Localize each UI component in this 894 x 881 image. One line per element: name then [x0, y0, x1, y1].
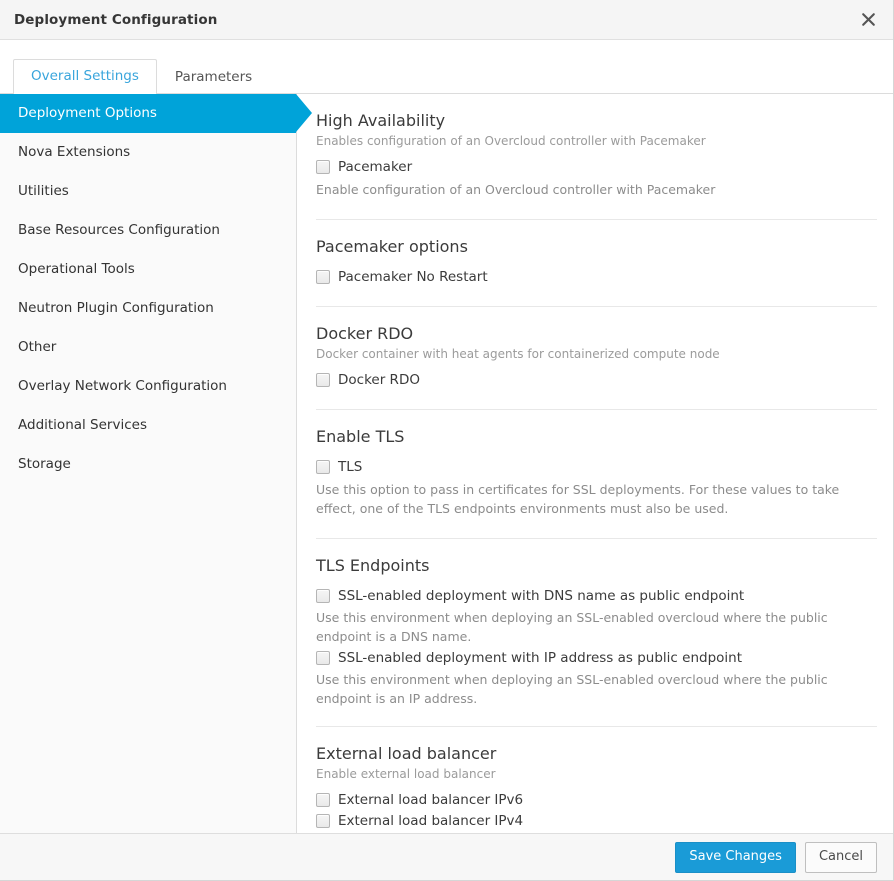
checkbox-label: Pacemaker — [338, 159, 413, 175]
checkbox-row-docker-rdo[interactable]: Docker RDO — [316, 371, 877, 389]
checkbox-label: TLS — [338, 459, 363, 475]
section-docker-rdo: Docker RDO Docker container with heat ag… — [316, 306, 877, 409]
checkbox-row-tls[interactable]: TLS — [316, 458, 877, 476]
checkbox-tls[interactable] — [316, 460, 330, 474]
sidebar-item-label: Neutron Plugin Configuration — [18, 300, 214, 316]
sidebar-item-label: Operational Tools — [18, 261, 135, 277]
tab-parameters-label: Parameters — [174, 69, 253, 85]
sidebar-item-operational-tools[interactable]: Operational Tools — [0, 250, 296, 289]
sidebar-item-label: Storage — [18, 456, 71, 472]
checkbox-label: SSL-enabled deployment with DNS name as … — [338, 588, 745, 604]
checkbox-label: External load balancer IPv4 — [338, 813, 524, 829]
close-icon[interactable] — [857, 9, 879, 31]
checkbox-pacemaker-no-restart[interactable] — [316, 270, 330, 284]
checkbox-elb-ipv6[interactable] — [316, 793, 330, 807]
sidebar-item-storage[interactable]: Storage — [0, 445, 296, 484]
tab-strip: Overall Settings Parameters — [0, 40, 893, 95]
checkbox-ssl-ip-endpoint[interactable] — [316, 651, 330, 665]
help-text: Use this environment when deploying an S… — [316, 672, 828, 706]
checkbox-docker-rdo[interactable] — [316, 373, 330, 387]
sidebar-item-deployment-options[interactable]: Deployment Options — [0, 94, 312, 133]
sidebar-item-label: Additional Services — [18, 417, 147, 433]
save-changes-button[interactable]: Save Changes — [675, 841, 796, 873]
section-tls-endpoints: TLS Endpoints SSL-enabled deployment wit… — [316, 538, 877, 726]
sidebar-item-label: Deployment Options — [18, 105, 157, 121]
checkbox-elb-ipv4[interactable] — [316, 814, 330, 828]
section-pacemaker-options: Pacemaker options Pacemaker No Restart — [316, 219, 877, 306]
tab-parameters[interactable]: Parameters — [157, 60, 270, 95]
section-subtitle: Enable external load balancer — [316, 767, 496, 781]
section-subtitle: Enables configuration of an Overcloud co… — [316, 134, 706, 148]
checkbox-label: SSL-enabled deployment with IP address a… — [338, 650, 742, 666]
section-title: Pacemaker options — [316, 237, 468, 256]
checkbox-row-elb-ipv4[interactable]: External load balancer IPv4 — [316, 812, 877, 830]
checkbox-row-ssl-ip-endpoint[interactable]: SSL-enabled deployment with IP address a… — [316, 649, 877, 667]
tab-overall-settings[interactable]: Overall Settings — [13, 59, 157, 95]
page-title: Deployment Configuration — [14, 11, 218, 28]
help-text: Use this environment when deploying an S… — [316, 610, 828, 644]
sidebar-item-other[interactable]: Other — [0, 328, 296, 367]
settings-content: High Availability Enables configuration … — [297, 94, 893, 833]
section-title: High Availability — [316, 111, 446, 130]
checkbox-row-ssl-dns-endpoint[interactable]: SSL-enabled deployment with DNS name as … — [316, 587, 877, 605]
sidebar-item-label: Utilities — [18, 183, 69, 199]
section-enable-tls: Enable TLS TLS Use this option to pass i… — [316, 409, 877, 538]
checkbox-row-elb-ipv6[interactable]: External load balancer IPv6 — [316, 791, 877, 809]
section-subtitle: Docker container with heat agents for co… — [316, 347, 720, 361]
sidebar-item-label: Other — [18, 339, 57, 355]
checkbox-pacemaker[interactable] — [316, 160, 330, 174]
checkbox-label: External load balancer IPv6 — [338, 792, 524, 808]
section-title: External load balancer — [316, 744, 497, 763]
sidebar-item-utilities[interactable]: Utilities — [0, 172, 296, 211]
modal-body: Deployment Options Nova Extensions Utili… — [0, 94, 893, 833]
modal-footer: Save Changes Cancel — [0, 833, 893, 880]
sidebar-item-neutron-plugin-configuration[interactable]: Neutron Plugin Configuration — [0, 289, 296, 328]
section-title: Enable TLS — [316, 427, 405, 446]
sidebar-item-additional-services[interactable]: Additional Services — [0, 406, 296, 445]
sidebar-item-label: Nova Extensions — [18, 144, 131, 160]
sidebar-item-overlay-network-configuration[interactable]: Overlay Network Configuration — [0, 367, 296, 406]
checkbox-label: Pacemaker No Restart — [338, 269, 488, 285]
sidebar-item-label: Overlay Network Configuration — [18, 378, 227, 394]
section-title: Docker RDO — [316, 324, 414, 343]
checkbox-ssl-dns-endpoint[interactable] — [316, 589, 330, 603]
help-text: Use this option to pass in certificates … — [316, 482, 840, 516]
deployment-configuration-modal: Deployment Configuration Overall Setting… — [0, 0, 894, 881]
sidebar-item-nova-extensions[interactable]: Nova Extensions — [0, 133, 296, 172]
sidebar-item-base-resources-configuration[interactable]: Base Resources Configuration — [0, 211, 296, 250]
cancel-button[interactable]: Cancel — [804, 841, 877, 873]
section-title: TLS Endpoints — [316, 556, 430, 575]
help-text: Enable configuration of an Overcloud con… — [316, 182, 716, 197]
checkbox-label: Docker RDO — [338, 372, 420, 388]
checkbox-row-pacemaker-no-restart[interactable]: Pacemaker No Restart — [316, 268, 877, 286]
section-high-availability: High Availability Enables configuration … — [316, 106, 877, 219]
checkbox-row-pacemaker[interactable]: Pacemaker — [316, 158, 877, 176]
sidebar: Deployment Options Nova Extensions Utili… — [0, 94, 312, 833]
sidebar-item-label: Base Resources Configuration — [18, 222, 220, 238]
modal-header: Deployment Configuration — [0, 0, 893, 40]
section-external-load-balancer: External load balancer Enable external l… — [316, 726, 877, 833]
tab-overall-settings-label: Overall Settings — [31, 68, 139, 84]
